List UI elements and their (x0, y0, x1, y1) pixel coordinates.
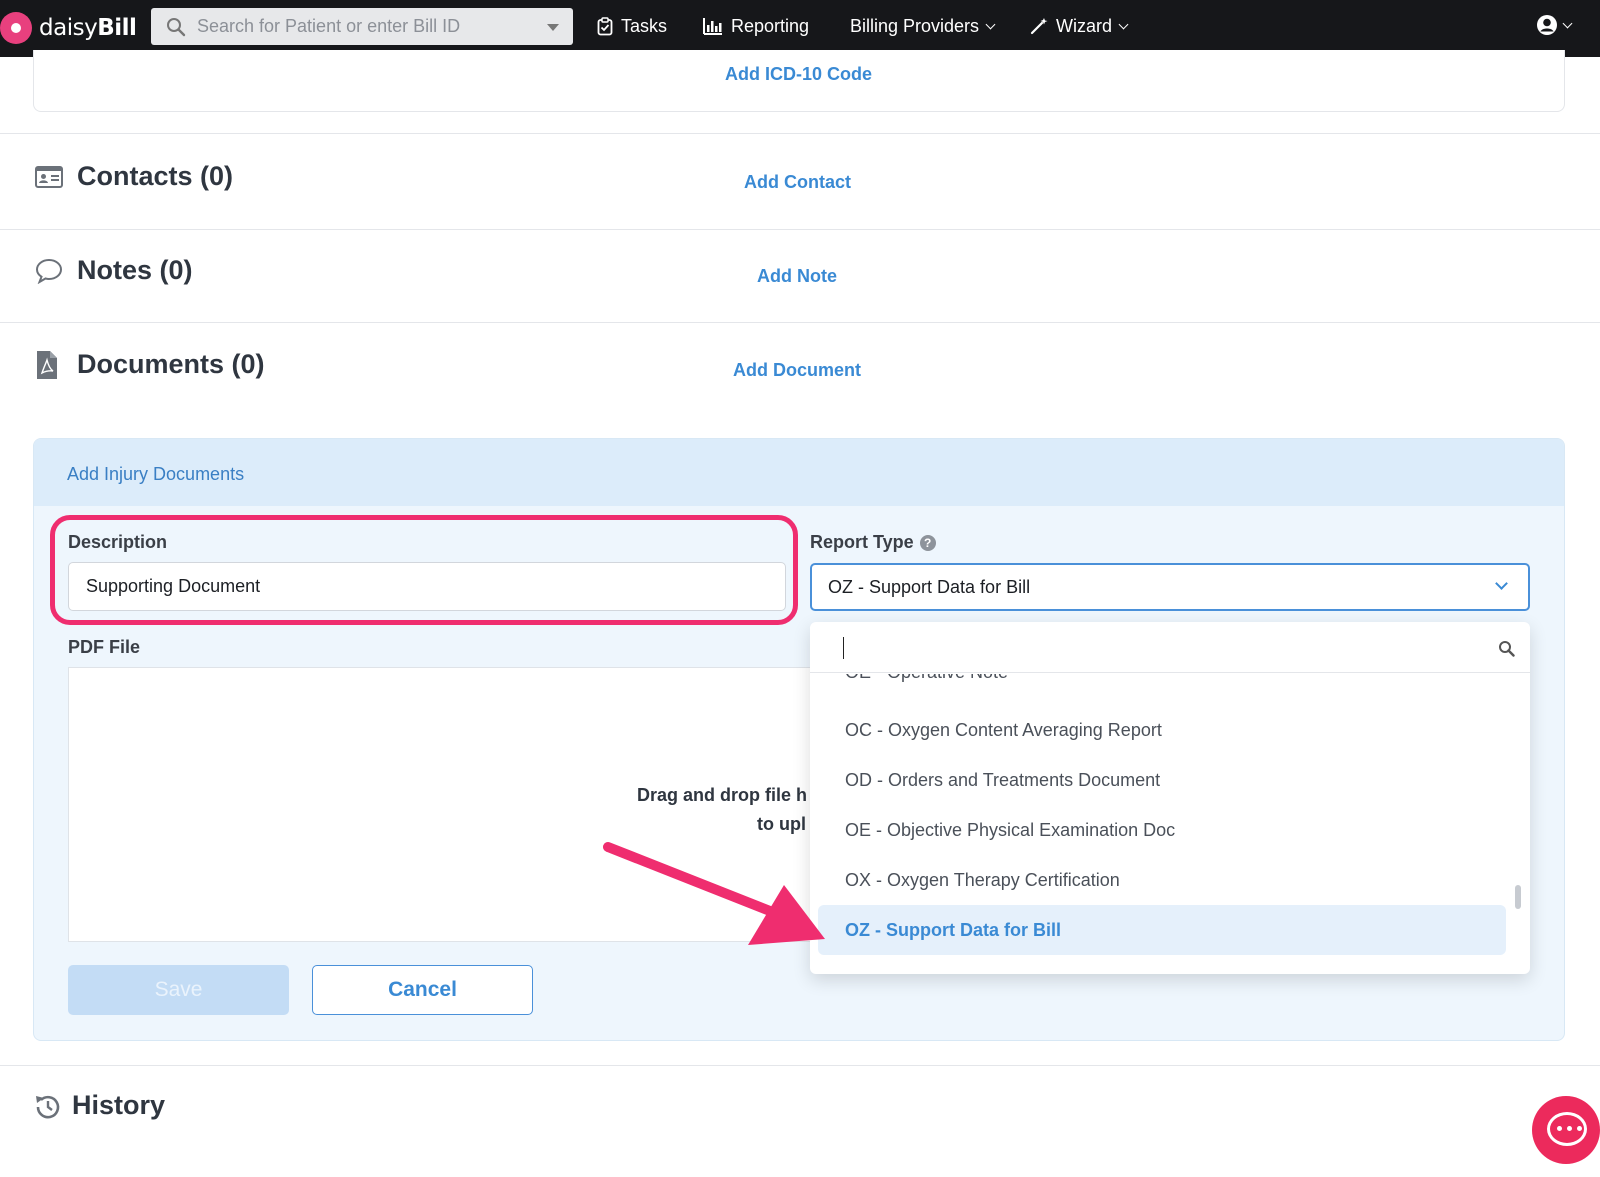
id-card-icon (35, 166, 63, 188)
cancel-button[interactable]: Cancel (312, 965, 533, 1015)
chat-dots (1557, 1126, 1582, 1131)
text-cursor (843, 637, 844, 659)
dropdown-option[interactable]: OX - Oxygen Therapy Certification (818, 855, 1506, 905)
dropzone-text-line1: Drag and drop file h (637, 785, 808, 805)
annotation-arrow-icon (603, 842, 825, 945)
user-circle-icon (1537, 15, 1557, 35)
add-document-link[interactable]: Add Document (733, 360, 861, 381)
chevron-down-icon (1118, 19, 1129, 29)
history-title: History (72, 1090, 166, 1120)
user-menu[interactable] (1536, 14, 1573, 36)
divider (0, 322, 1600, 323)
icd-codes-card: Add ICD-10 Code (33, 50, 1565, 112)
chevron-down-icon (1562, 18, 1573, 28)
pdf-file-icon (37, 351, 57, 379)
dropdown-search-field[interactable] (810, 622, 1530, 673)
help-question-icon[interactable]: ? (919, 535, 936, 551)
report-type-select[interactable]: OZ - Support Data for Bill (810, 563, 1530, 611)
logo-text: daisyBill (39, 15, 137, 41)
dropdown-option[interactable]: OE - Operative Note (818, 674, 1506, 696)
contacts-title: Contacts (0) (77, 161, 234, 191)
save-button[interactable]: Save (68, 965, 289, 1015)
clipboard-check-icon (597, 16, 613, 35)
report-type-dropdown: OE - Operative Note OC - Oxygen Content … (810, 622, 1530, 974)
nav-reporting-label: Reporting (731, 15, 810, 36)
chat-support-button[interactable] (1532, 1096, 1600, 1164)
speech-bubble-icon (35, 258, 63, 284)
divider (0, 1065, 1600, 1066)
dropdown-scrollbar[interactable] (1515, 885, 1521, 909)
nav-tasks[interactable]: Tasks (597, 0, 667, 52)
nav-tasks-label: Tasks (621, 15, 668, 36)
dropdown-option-list: OE - Operative Note OC - Oxygen Content … (810, 674, 1530, 974)
divider (0, 133, 1600, 134)
panel-header: Add Injury Documents (34, 439, 1564, 506)
documents-title: Documents (0) (77, 349, 265, 379)
dropdown-option[interactable]: OD - Orders and Treatments Document (818, 755, 1506, 805)
daisybill-logo[interactable]: daisyBill (0, 10, 137, 46)
chevron-down-icon (985, 19, 996, 29)
dropdown-option[interactable]: OC - Oxygen Content Averaging Report (818, 705, 1506, 755)
divider (0, 229, 1600, 230)
nav-billing-providers-label: Billing Providers (850, 15, 980, 36)
search-icon (167, 18, 186, 37)
dropzone-text-line2: to upl (757, 814, 806, 834)
search-input[interactable] (197, 8, 517, 45)
add-contact-link[interactable]: Add Contact (744, 172, 851, 193)
pdf-file-label: PDF File (68, 637, 141, 657)
patient-search-box[interactable] (151, 8, 573, 45)
add-note-link[interactable]: Add Note (757, 266, 837, 287)
nav-billing-providers[interactable]: Billing Providers (850, 0, 996, 52)
report-type-label: Report Type? (810, 532, 936, 553)
nav-wizard[interactable]: Wizard (1030, 0, 1129, 52)
dropdown-option[interactable]: OE - Objective Physical Examination Doc (818, 805, 1506, 855)
magic-wand-icon (1030, 18, 1048, 35)
chevron-down-icon (1495, 577, 1508, 590)
annotation-highlight-ring (50, 515, 798, 625)
dropdown-option-selected[interactable]: OZ - Support Data for Bill (818, 905, 1506, 955)
nav-reporting[interactable]: Reporting (703, 0, 809, 52)
report-type-value: OZ - Support Data for Bill (828, 577, 1031, 597)
panel-header-title: Add Injury Documents (67, 464, 245, 484)
nav-wizard-label: Wizard (1056, 15, 1113, 36)
top-navbar: daisyBill Tasks Reporting Billing Provid… (0, 0, 1600, 57)
history-clock-icon (36, 1095, 60, 1119)
add-icd-10-code-link[interactable]: Add ICD-10 Code (725, 64, 872, 85)
bar-chart-icon (703, 18, 722, 35)
search-icon (1499, 641, 1515, 657)
daisy-flower-icon (0, 12, 32, 44)
search-dropdown-caret-icon[interactable] (547, 24, 559, 31)
notes-title: Notes (0) (77, 255, 193, 285)
